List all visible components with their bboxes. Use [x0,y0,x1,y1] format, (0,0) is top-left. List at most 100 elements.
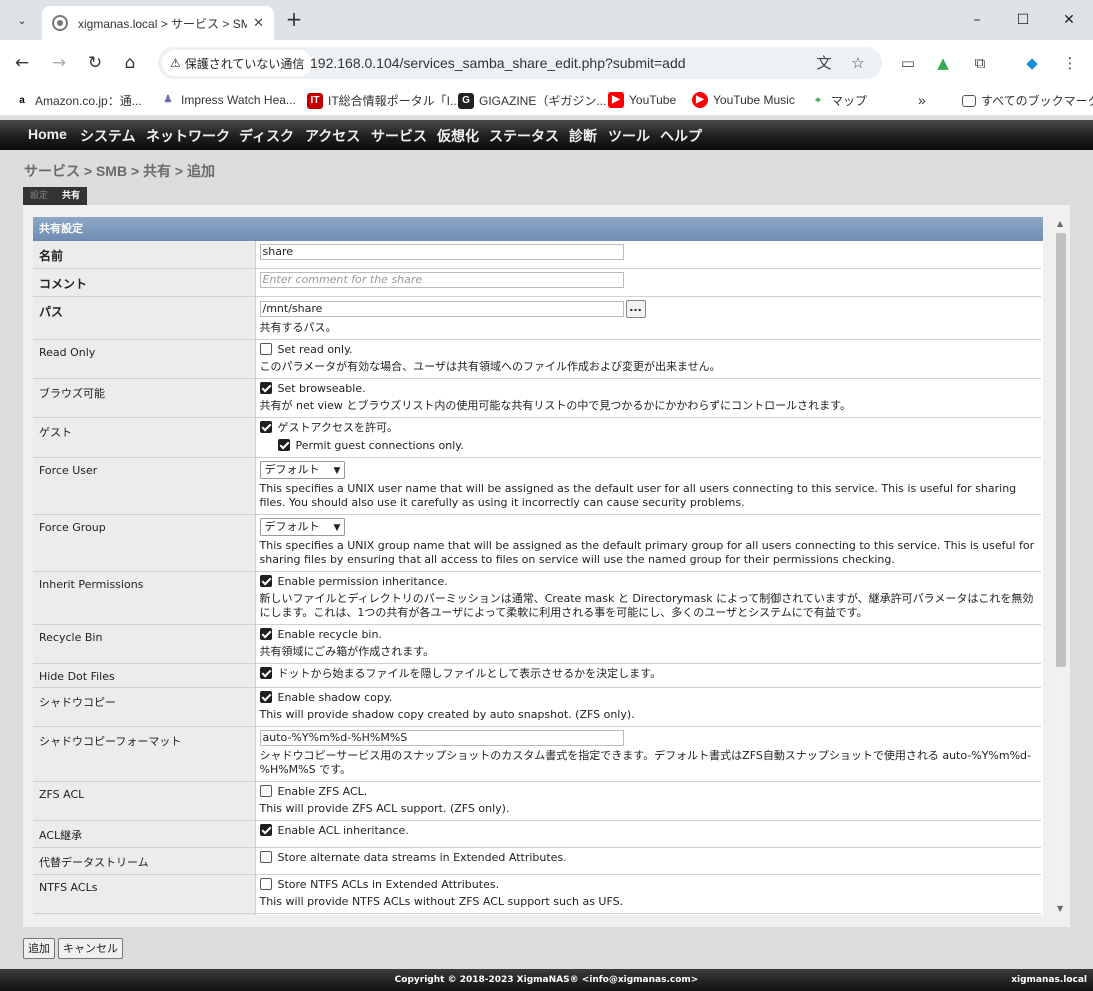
drive-icon[interactable]: ▲ [931,51,955,75]
field-label: Recycle Bin [33,624,256,664]
force-group-selected: デフォルト [264,520,320,533]
menu-disks[interactable]: ディスク [239,126,294,146]
browser-tabbar: ⌄ xigmanas.local > サービス > SMB ✕ + – ☐ ✕ [0,0,1093,40]
alt-streams-checkbox[interactable] [259,851,272,863]
field-label: 代替データストリーム [33,847,256,875]
menu-access[interactable]: アクセス [305,126,360,146]
browse-path-button[interactable]: ... [625,300,646,318]
row-name: 名前 share [33,241,1041,269]
browseable-description: 共有が net view とブラウズリスト内の使用可能な共有リストの中で見つかる… [259,399,852,412]
bookmark-impress[interactable]: ♟ Impress Watch Hea... [160,92,296,108]
all-bookmarks-folder[interactable]: すべてのブックマーク [962,92,1093,109]
back-arrow-icon[interactable]: ← [10,51,34,75]
form-panel: 共有設定 名前 share コメント Enter comment for the… [23,205,1070,927]
scroll-down-arrow-icon[interactable]: ▼ [1057,904,1063,913]
guest-checkbox[interactable] [259,421,272,433]
menu-network[interactable]: ネットワーク [146,126,230,146]
alt-streams-checkbox-label: Store alternate data streams in Extended… [277,851,567,864]
ntfs-acls-checkbox[interactable] [259,878,272,890]
field-label: ゲスト [33,417,256,458]
breadcrumb: サービス > SMB > 共有 > 追加 [24,163,215,179]
home-icon[interactable]: ⌂ [118,51,142,75]
shadow-copy-format-input[interactable]: auto-%Y%m%d-%H%M%S [259,730,624,746]
path-input[interactable]: /mnt/share [259,301,624,317]
tab-shares[interactable]: 共有 [55,187,87,205]
field-label: Inherit Permissions [33,571,256,625]
extensions-icon[interactable]: ⧉ [968,51,992,75]
menu-help[interactable]: ヘルプ [660,126,702,146]
share-name-input[interactable]: share [259,244,624,260]
menu-kebab-icon[interactable]: ⋮ [1058,51,1082,75]
row-acl-inherit: ACL継承 Enable ACL inheritance. [33,820,1041,848]
address-bar[interactable]: ⚠ 保護されていない通信 192.168.0.104/services_samb… [158,47,882,79]
browseable-checkbox[interactable] [259,382,272,394]
bookmark-youtube[interactable]: ▶ YouTube [608,92,676,108]
menu-system[interactable]: システム [80,126,136,146]
acl-inherit-checkbox[interactable] [259,824,272,836]
inherit-permissions-checkbox[interactable] [259,575,272,587]
force-group-select[interactable]: デフォルト ▼ [259,518,346,536]
row-zfs-acl: ZFS ACL Enable ZFS ACL. This will provid… [33,781,1041,821]
menu-diagnostics[interactable]: 診断 [569,126,597,146]
maximize-button[interactable]: ☐ [1000,8,1046,32]
field-label: 名前 [33,241,256,269]
add-button[interactable]: 追加 [23,938,55,959]
tab-close-icon[interactable]: ✕ [253,16,264,31]
zfs-acl-description: This will provide ZFS ACL support. (ZFS … [259,802,510,815]
close-window-button[interactable]: ✕ [1046,8,1092,32]
forward-arrow-icon[interactable]: → [47,51,71,75]
youtube-music-icon: ▶ [692,92,708,108]
row-inherit-permissions: Inherit Permissions Enable permission in… [33,571,1041,625]
folder-icon [962,94,976,107]
row-comment: コメント Enter comment for the share [33,268,1041,297]
menu-home[interactable]: Home [28,126,67,142]
recycle-bin-checkbox[interactable] [259,628,272,640]
tab-title: xigmanas.local > サービス > SMB [78,16,248,31]
zfs-acl-checkbox[interactable] [259,785,272,797]
field-label: シャドウコピー [33,687,256,727]
shadow-copy-checkbox[interactable] [259,691,272,703]
comment-input[interactable]: Enter comment for the share [259,272,624,288]
browser-tab[interactable]: xigmanas.local > サービス > SMB ✕ [42,6,274,40]
tab-search-chevron-icon[interactable]: ⌄ [8,8,36,32]
hide-dot-files-checkbox[interactable] [259,667,272,679]
minimize-button[interactable]: – [954,8,1000,32]
scrollbar-thumb[interactable] [1056,233,1066,667]
bookmark-star-icon[interactable]: ☆ [848,53,868,73]
bookmark-gigazine[interactable]: G GIGAZINE（ギガジン... [458,92,606,109]
read-only-checkbox[interactable] [259,343,272,355]
field-label: パス [33,296,256,340]
row-recycle-bin: Recycle Bin Enable recycle bin. 共有領域にごみ箱… [33,624,1041,664]
menu-services[interactable]: サービス [371,126,427,146]
ntfs-acls-description: This will provide NTFS ACLs without ZFS … [259,895,624,908]
webui-page: Home システム ネットワーク ディスク アクセス サービス 仮想化 ステータ… [0,117,1093,991]
bookmark-itmedia[interactable]: IT IT総合情報ポータル「I... [307,92,460,109]
tab-settings[interactable]: 設定 [23,187,55,205]
bookmark-youtube-music[interactable]: ▶ YouTube Music [692,92,795,108]
shadow-copy-format-description: シャドウコピーサービス用のスナップショットのカスタム書式を指定できます。デフォル… [259,749,1032,776]
bookmarks-overflow-button[interactable]: » [918,92,926,108]
vertical-scrollbar[interactable]: ▲ ▼ [1054,217,1068,915]
row-force-user: Force User デフォルト ▼ This specifies a UNIX … [33,457,1041,515]
bookmark-amazon[interactable]: a Amazon.co.jp：通... [14,92,142,109]
cancel-button[interactable]: キャンセル [58,938,123,959]
ntfs-acls-checkbox-label: Store NTFS ACLs in Extended Attributes. [277,878,500,891]
scroll-up-arrow-icon[interactable]: ▲ [1057,219,1063,228]
translate-icon[interactable]: 文 [814,53,834,73]
guest-only-checkbox[interactable] [277,439,290,451]
cast-icon[interactable]: ▭ [896,51,920,75]
menu-tools[interactable]: ツール [608,126,650,146]
inherit-permissions-description: 新しいファイルとディレクトリのパーミッションは通常、Create mask と … [259,592,1034,619]
security-chip[interactable]: ⚠ 保護されていない通信 [162,50,313,76]
menu-virtualization[interactable]: 仮想化 [437,126,479,146]
bookmark-maps[interactable]: ⌖ マップ [810,92,867,109]
force-user-select[interactable]: デフォルト ▼ [259,461,346,479]
profile-dolphin-icon[interactable]: ◆ [1020,51,1044,75]
reload-icon[interactable]: ↻ [83,51,107,75]
row-path: パス /mnt/share... 共有するパス。 [33,296,1041,340]
menu-status[interactable]: ステータス [489,126,559,146]
field-label: Force Group [33,514,256,572]
form-scroll-area[interactable]: 共有設定 名前 share コメント Enter comment for the… [33,217,1043,915]
url-text[interactable]: 192.168.0.104/services_samba_share_edit.… [310,55,686,71]
new-tab-button[interactable]: + [282,8,306,32]
